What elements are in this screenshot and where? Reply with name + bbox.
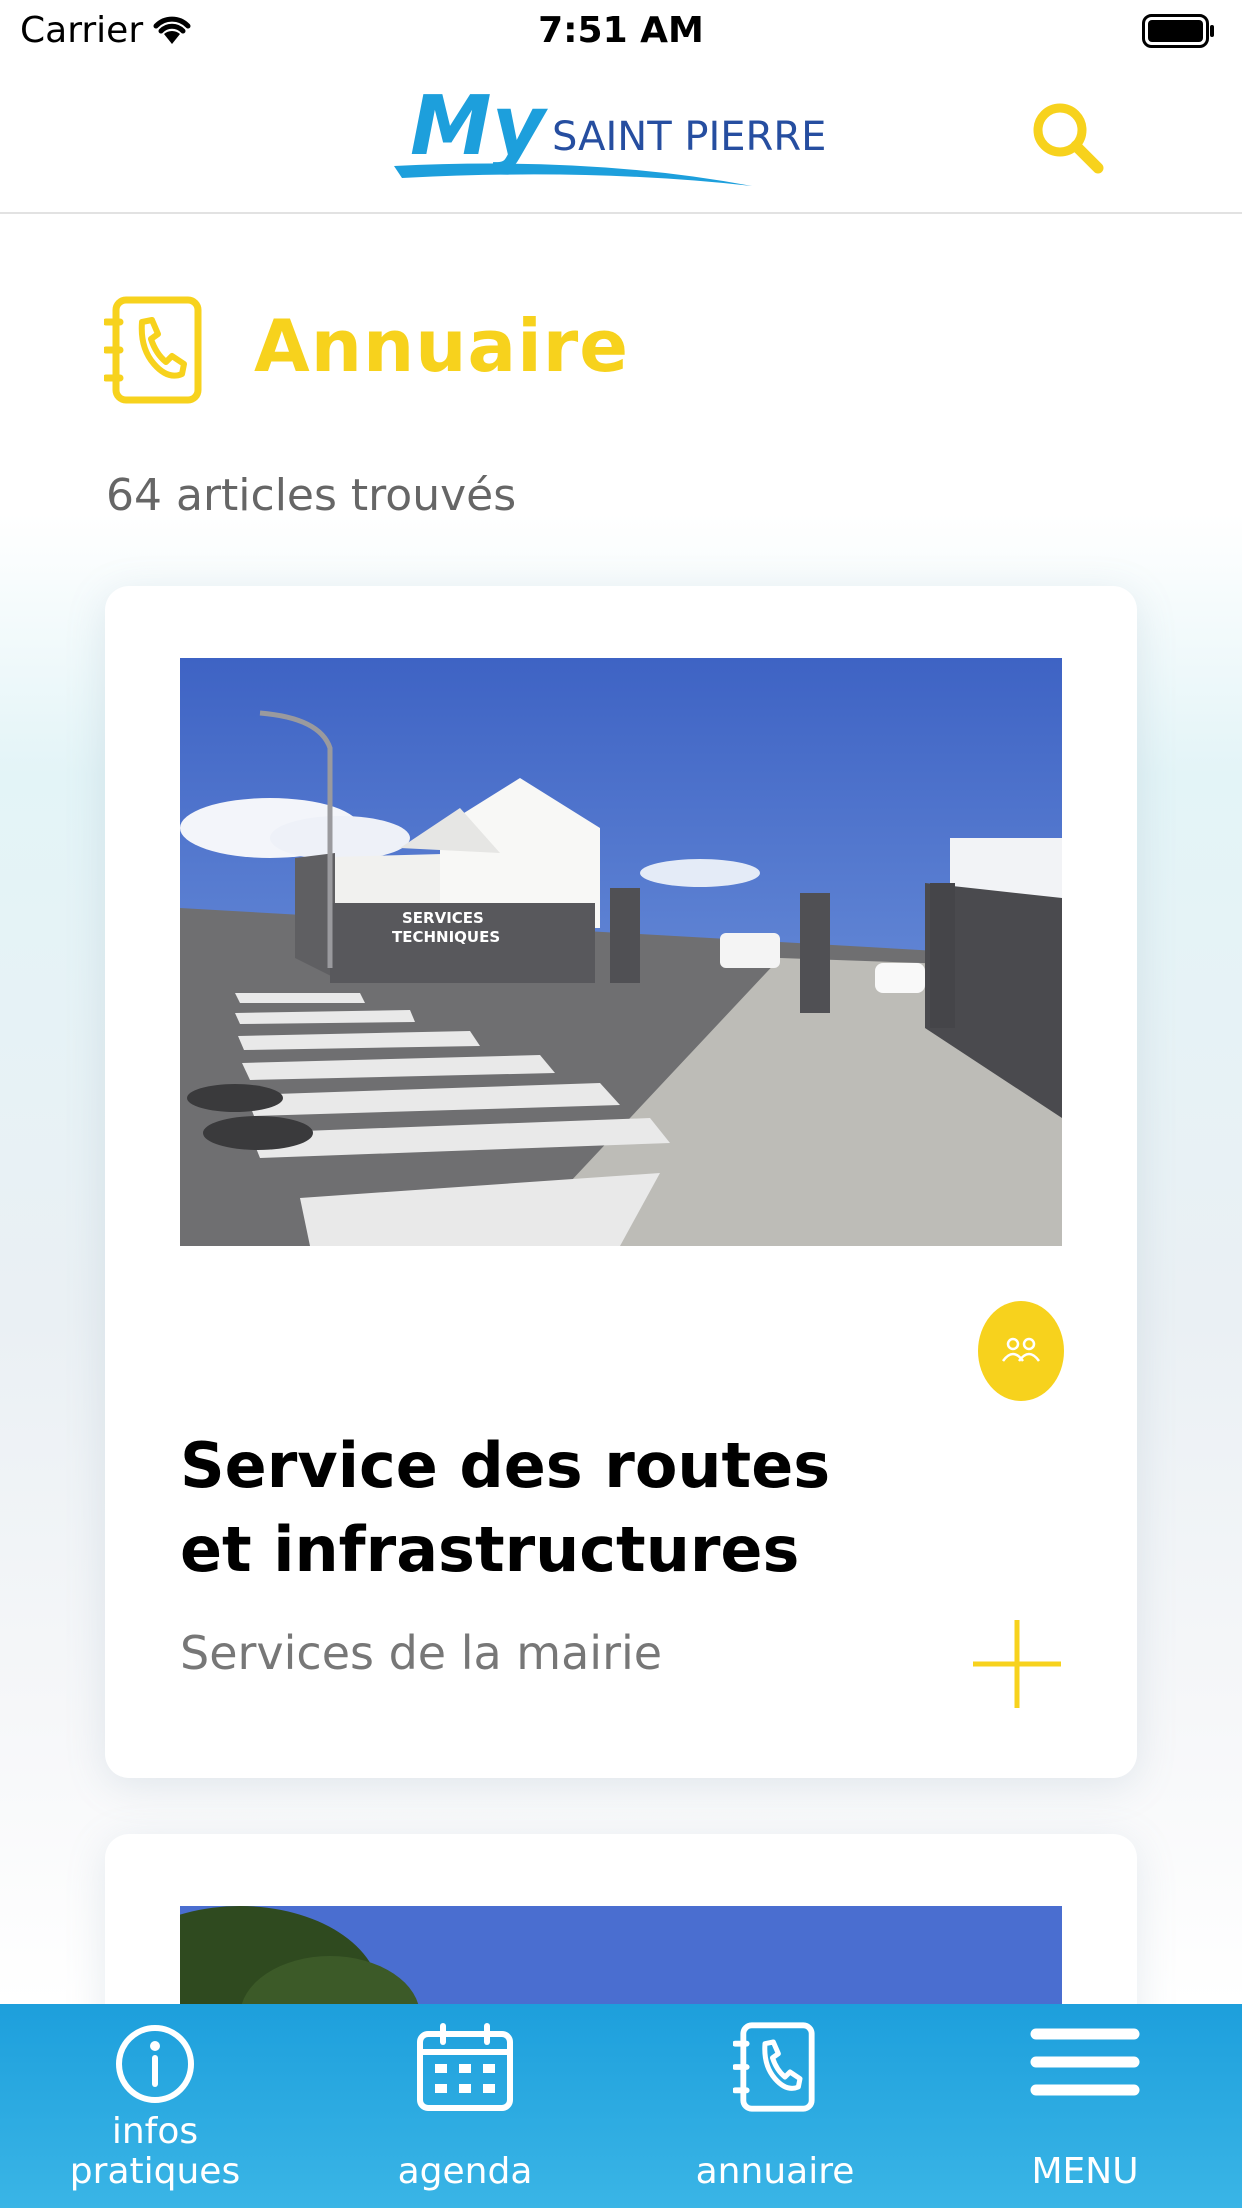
card-photo xyxy=(180,1906,1062,2004)
plus-icon xyxy=(973,1620,1061,1708)
category-badge xyxy=(978,1301,1064,1401)
phone-book-icon xyxy=(104,296,202,404)
nav-item-infos-pratiques[interactable]: infos pratiques xyxy=(0,2004,310,2208)
results-count: 64 articles trouvés xyxy=(106,470,517,521)
app-logo[interactable]: My SAINT PIERRE xyxy=(392,78,852,188)
nav-item-annuaire[interactable]: annuaire xyxy=(620,2004,930,2208)
bottom-nav: infos pratiques agenda annuaire MENU xyxy=(0,2004,1242,2208)
logo-name-text: SAINT PIERRE xyxy=(552,114,826,160)
card-photo: SERVICES TECHNIQUES xyxy=(180,658,1062,1246)
app-header: My SAINT PIERRE xyxy=(0,62,1242,214)
clock: 7:51 AM xyxy=(538,10,704,51)
directory-card[interactable] xyxy=(105,1834,1137,2004)
calendar-icon xyxy=(417,2023,513,2111)
sign-text-services: SERVICES xyxy=(402,909,484,927)
info-icon xyxy=(116,2025,194,2103)
nav-item-menu[interactable]: MENU xyxy=(930,2004,1240,2208)
phone-book-icon xyxy=(733,2022,815,2112)
nav-label: infos pratiques xyxy=(69,2111,241,2192)
directory-card[interactable]: SERVICES TECHNIQUES Service des routes e… xyxy=(105,586,1137,1778)
content-scroll[interactable]: Annuaire 64 articles trouvés SERVICES TE… xyxy=(0,214,1242,2004)
nav-label: agenda xyxy=(397,2151,533,2192)
expand-button[interactable] xyxy=(969,1616,1065,1712)
search-button[interactable] xyxy=(1028,98,1108,178)
nav-item-agenda[interactable]: agenda xyxy=(310,2004,620,2208)
logo-my-text: My xyxy=(410,79,549,174)
card-category: Services de la mairie xyxy=(180,1626,663,1680)
nav-label: MENU xyxy=(1031,2151,1139,2192)
card-title[interactable]: Service des routes et infrastructures xyxy=(180,1424,880,1592)
battery-icon xyxy=(1142,14,1214,48)
page-title: Annuaire xyxy=(254,304,630,388)
search-icon xyxy=(1033,103,1104,174)
sign-text-techniques: TECHNIQUES xyxy=(392,928,500,946)
nav-label: annuaire xyxy=(695,2151,855,2192)
status-bar: Carrier 7:51 AM xyxy=(0,0,1242,62)
menu-icon xyxy=(1030,2028,1140,2096)
people-icon xyxy=(1001,1337,1041,1362)
